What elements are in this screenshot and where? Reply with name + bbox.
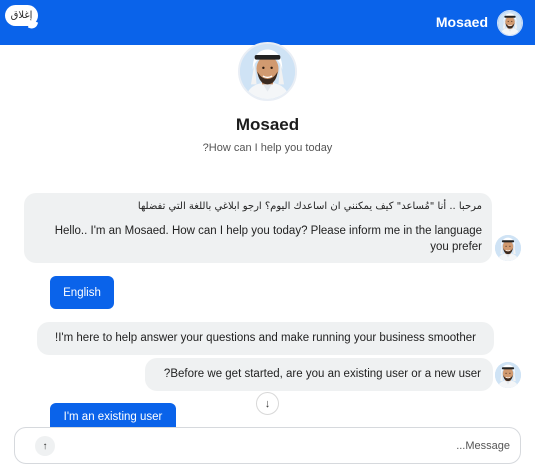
bot-message-help: !I'm here to help answer your questions … — [37, 322, 494, 355]
message-input[interactable] — [65, 434, 510, 458]
bot-avatar — [495, 362, 521, 388]
greeting-arabic-text: مرحبا .. أنا "مُساعد" كيف يمكنني ان اساع… — [137, 201, 482, 212]
header-avatar — [497, 10, 523, 36]
profile-avatar — [238, 42, 297, 101]
greeting-english-text: Hello.. I'm an Mosaed. How can I help yo… — [54, 225, 482, 253]
send-arrow-icon[interactable]: ↑ — [35, 436, 55, 456]
chat-header: إغلاق Mosaed — [0, 0, 535, 45]
header-agent-name: Mosaed — [435, 14, 488, 30]
choice-english-button[interactable]: English — [50, 276, 114, 309]
bot-avatar — [495, 235, 521, 261]
chat-widget: إغلاق Mosaed Mosaed ?How can I help you … — [0, 0, 535, 472]
profile-subtitle: ?How can I help you today — [202, 142, 333, 154]
bot-message-before-start: ?Before we get started, are you an exist… — [145, 358, 493, 391]
bot-message-greeting: مرحبا .. أنا "مُساعد" كيف يمكنني ان اساع… — [24, 193, 492, 263]
profile-name: Mosaed — [235, 115, 300, 134]
close-button[interactable]: إغلاق — [5, 5, 38, 26]
message-composer: ↑ — [14, 427, 521, 464]
scroll-down-icon[interactable]: ↓ — [256, 392, 279, 415]
